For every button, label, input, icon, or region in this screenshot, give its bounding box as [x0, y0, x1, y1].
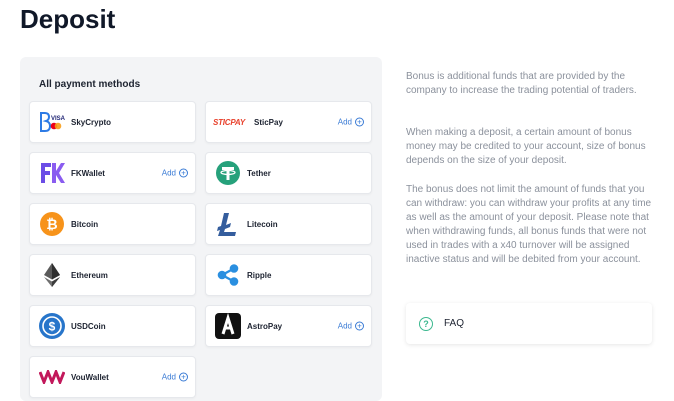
panel-heading: All payment methods	[39, 79, 141, 90]
payment-method-name: VouWallet	[71, 372, 109, 382]
payment-method-name: AstroPay	[247, 321, 283, 331]
svg-text:$: $	[49, 320, 56, 334]
payment-method-fkwallet[interactable]: FKWallet Add +	[29, 152, 196, 194]
svg-text:VISA: VISA	[51, 116, 66, 122]
payment-method-name: Bitcoin	[71, 219, 99, 229]
payment-method-sticpay[interactable]: STICPAY SticPay Add +	[205, 101, 372, 143]
payment-method-ripple[interactable]: Ripple	[205, 254, 372, 296]
payment-method-vouwallet[interactable]: VouWallet Add +	[29, 356, 196, 398]
plus-circle-icon: +	[179, 168, 188, 178]
add-label: Add	[337, 117, 352, 127]
ripple-icon	[214, 261, 242, 289]
payment-method-name: FKWallet	[71, 168, 105, 178]
payment-method-tether[interactable]: Tether	[205, 152, 372, 194]
sticpay-logo-text: STICPAY	[212, 117, 246, 127]
payment-method-bitcoin[interactable]: ₿ Bitcoin	[29, 203, 196, 245]
payment-method-ethereum[interactable]: Ethereum	[29, 254, 196, 296]
add-vouwallet-button[interactable]: Add +	[161, 372, 188, 382]
payment-method-name: Litecoin	[247, 219, 278, 229]
plus-circle-icon: +	[355, 321, 364, 331]
payment-method-name: SticPay	[254, 117, 283, 127]
litecoin-icon	[214, 210, 242, 238]
payment-method-skycrypto[interactable]: VISA SkyCrypto	[29, 101, 196, 143]
question-circle-icon: ?	[419, 316, 433, 331]
faq-label: FAQ	[444, 318, 465, 329]
payment-method-name: SkyCrypto	[71, 117, 112, 127]
svg-text:₿: ₿	[46, 216, 57, 232]
add-fkwallet-button[interactable]: Add +	[161, 168, 188, 178]
add-sticpay-button[interactable]: Add +	[337, 117, 364, 127]
faq-button[interactable]: ? FAQ	[406, 303, 652, 344]
payment-method-name: Ethereum	[71, 270, 108, 280]
payment-method-name: Tether	[247, 168, 271, 178]
tether-icon	[214, 159, 242, 187]
add-astropay-button[interactable]: Add +	[337, 321, 364, 331]
bonus-info-paragraph: The bonus does not limit the amount of f…	[406, 184, 652, 265]
fkwallet-logo-icon	[38, 159, 66, 187]
bonus-info-paragraph: Bonus is additional funds that are provi…	[406, 71, 637, 96]
sticpay-logo: STICPAY	[212, 108, 246, 136]
plus-circle-icon: +	[355, 117, 364, 127]
ethereum-icon	[38, 261, 66, 289]
astropay-icon	[214, 312, 242, 340]
payment-method-astropay[interactable]: AstroPay Add +	[205, 305, 372, 347]
bonus-info-paragraph: When making a deposit, a certain amount …	[406, 127, 646, 166]
bitcoin-icon: ₿	[38, 210, 66, 238]
payment-method-usdcoin[interactable]: $ USDCoin	[29, 305, 196, 347]
page-title: Deposit	[20, 4, 116, 34]
add-label: Add	[337, 321, 352, 331]
payment-method-name: USDCoin	[71, 321, 106, 331]
payment-methods-panel: All payment methods VISA SkyCrypto STICP…	[20, 57, 382, 401]
plus-circle-icon: +	[179, 372, 188, 382]
vouwallet-icon	[38, 363, 66, 391]
usdcoin-icon: $	[38, 312, 66, 340]
payment-method-litecoin[interactable]: Litecoin	[205, 203, 372, 245]
add-label: Add	[161, 372, 176, 382]
payment-method-name: Ripple	[247, 270, 272, 280]
add-label: Add	[161, 168, 176, 178]
skycrypto-visa-mastercard-icon: VISA	[38, 108, 66, 136]
